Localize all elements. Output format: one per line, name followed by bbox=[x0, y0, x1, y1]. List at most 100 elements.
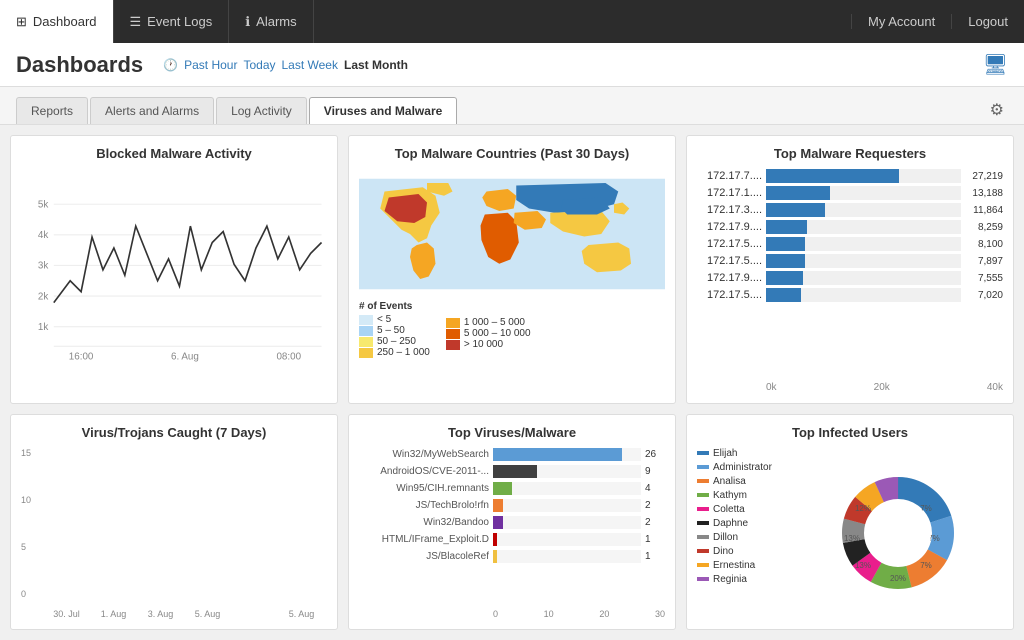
legend-ernestina: Ernestina bbox=[697, 560, 787, 571]
virus-row: Win32/MyWebSearch 26 bbox=[359, 448, 665, 461]
svg-text:4k: 4k bbox=[38, 230, 48, 241]
legend-item-6: 5 000 – 10 000 bbox=[446, 328, 531, 339]
svg-text:2k: 2k bbox=[38, 291, 48, 302]
svg-text:08:00: 08:00 bbox=[276, 351, 301, 362]
event-logs-icon: ☰ bbox=[130, 14, 142, 30]
bar-chart-inner: 30. Jul 1. Aug 3. Aug 5. Aug 5. Aug bbox=[41, 448, 327, 620]
tab-log-activity[interactable]: Log Activity bbox=[216, 97, 307, 124]
donut-chart: 7% 7% 7% 20% 13% 13% 12% bbox=[793, 448, 1003, 620]
legend-kathym: Kathym bbox=[697, 490, 787, 501]
nav-event-logs-label: Event Logs bbox=[147, 14, 212, 29]
top-navigation: ⊞ Dashboard ☰ Event Logs ℹ Alarms My Acc… bbox=[0, 0, 1024, 43]
virus-x-labels: 0102030 bbox=[493, 609, 665, 619]
world-map-container: # of Events < 5 5 – 50 50 – 250 250 – 1 … bbox=[359, 169, 665, 393]
alarms-icon: ℹ bbox=[245, 14, 250, 30]
svg-text:3k: 3k bbox=[38, 261, 48, 272]
panel-blocked-malware: Blocked Malware Activity 5k 4k 3k 2k 1k … bbox=[10, 135, 338, 404]
requester-row: 172.17.5....7,897 bbox=[697, 254, 1003, 268]
svg-text:13%: 13% bbox=[844, 534, 860, 543]
svg-text:5k: 5k bbox=[38, 200, 48, 211]
svg-text:6. Aug: 6. Aug bbox=[171, 351, 199, 362]
nav-dashboard-label: Dashboard bbox=[33, 14, 97, 29]
nav-my-account-label: My Account bbox=[868, 14, 935, 29]
nav-event-logs[interactable]: ☰ Event Logs bbox=[114, 0, 230, 43]
line-chart-area: 5k 4k 3k 2k 1k 16:00 6. Aug 08:00 bbox=[21, 169, 327, 393]
panel-virus-trojans: Virus/Trojans Caught (7 Days) 15 10 5 0 bbox=[10, 414, 338, 631]
requester-row: 172.17.1....13,188 bbox=[697, 186, 1003, 200]
legend-dillon: Dillon bbox=[697, 532, 787, 543]
time-navigation: 🕐 Past Hour Today Last Week Last Month bbox=[163, 58, 408, 72]
legend-reginia: Reginia bbox=[697, 574, 787, 585]
requester-row: 172.17.9....8,259 bbox=[697, 220, 1003, 234]
nav-logout-label: Logout bbox=[968, 14, 1008, 29]
settings-icon[interactable]: ⚙ bbox=[986, 96, 1008, 124]
svg-text:13%: 13% bbox=[855, 561, 871, 570]
legend-item-2: 5 – 50 bbox=[359, 325, 430, 336]
virus-row: JS/TechBrolo!rfn 2 bbox=[359, 499, 665, 512]
dashboard-icon: ⊞ bbox=[16, 14, 27, 30]
panel-top-infected-title: Top Infected Users bbox=[697, 425, 1003, 440]
infected-legend: Elijah Administrator Analisa Kathym Cole… bbox=[697, 448, 787, 620]
panel-top-viruses-title: Top Viruses/Malware bbox=[359, 425, 665, 440]
requester-row: 172.17.7....27,219 bbox=[697, 169, 1003, 183]
nav-right: My Account Logout bbox=[851, 0, 1024, 43]
nav-alarms[interactable]: ℹ Alarms bbox=[229, 0, 313, 43]
virus-list: Win32/MyWebSearch 26 AndroidOS/CVE-2011-… bbox=[359, 448, 665, 608]
tab-viruses-malware[interactable]: Viruses and Malware bbox=[309, 97, 458, 124]
requester-row: 172.17.9....7,555 bbox=[697, 271, 1003, 285]
legend-administrator: Administrator bbox=[697, 462, 787, 473]
virus-row: AndroidOS/CVE-2011-... 9 bbox=[359, 465, 665, 478]
page-title: Dashboards bbox=[16, 52, 143, 78]
bar-chart-outer: 15 10 5 0 30. Jul 1. Aug 3. Aug bbox=[21, 448, 327, 620]
panel-top-viruses: Top Viruses/Malware Win32/MyWebSearch 26… bbox=[348, 414, 676, 631]
requester-row: 172.17.5....7,020 bbox=[697, 288, 1003, 302]
panel-top-requesters: Top Malware Requesters 172.17.7....27,21… bbox=[686, 135, 1014, 404]
legend-dino: Dino bbox=[697, 546, 787, 557]
virus-row: Win32/Bandoo 2 bbox=[359, 516, 665, 529]
monitor-icon: 🖥 bbox=[983, 52, 1008, 77]
nav-spacer bbox=[314, 0, 851, 43]
requesters-x-labels: 0k20k40k bbox=[766, 380, 1003, 393]
svg-text:16:00: 16:00 bbox=[69, 351, 94, 362]
legend-daphne: Daphne bbox=[697, 518, 787, 529]
legend-item-1: < 5 bbox=[359, 314, 430, 325]
map-legend: # of Events < 5 5 – 50 50 – 250 250 – 1 … bbox=[359, 301, 665, 358]
legend-title: # of Events bbox=[359, 301, 430, 312]
requester-row: 172.17.5....8,100 bbox=[697, 237, 1003, 251]
donut-svg: 7% 7% 7% 20% 13% 13% 12% bbox=[838, 473, 958, 593]
nav-dashboard[interactable]: ⊞ Dashboard bbox=[0, 0, 114, 43]
panel-virus-trojans-title: Virus/Trojans Caught (7 Days) bbox=[21, 425, 327, 440]
virus-row: Win95/CIH.remnants 4 bbox=[359, 482, 665, 495]
svg-text:12%: 12% bbox=[855, 504, 871, 513]
world-map-svg bbox=[359, 169, 665, 299]
virus-row: HTML/IFrame_Exploit.D 1 bbox=[359, 533, 665, 546]
panel-top-infected: Top Infected Users Elijah Administrator … bbox=[686, 414, 1014, 631]
tab-alerts-alarms[interactable]: Alerts and Alarms bbox=[90, 97, 214, 124]
page-header: Dashboards 🕐 Past Hour Today Last Week L… bbox=[0, 43, 1024, 87]
legend-item-7: > 10 000 bbox=[446, 339, 531, 350]
svg-text:1k: 1k bbox=[38, 322, 48, 333]
tab-reports[interactable]: Reports bbox=[16, 97, 88, 124]
legend-elijah: Elijah bbox=[697, 448, 787, 459]
bar-chart-y-labels: 15 10 5 0 bbox=[21, 448, 41, 620]
line-chart-svg: 5k 4k 3k 2k 1k 16:00 6. Aug 08:00 bbox=[21, 169, 327, 393]
nav-alarms-label: Alarms bbox=[256, 14, 296, 29]
svg-text:20%: 20% bbox=[890, 574, 906, 583]
time-past-hour[interactable]: Past Hour bbox=[184, 58, 237, 72]
requesters-list: 172.17.7....27,219 172.17.1....13,188 17… bbox=[697, 169, 1003, 380]
dashboard-grid: Blocked Malware Activity 5k 4k 3k 2k 1k … bbox=[0, 125, 1024, 640]
time-last-month[interactable]: Last Month bbox=[344, 58, 408, 72]
time-last-week[interactable]: Last Week bbox=[282, 58, 338, 72]
legend-item-3: 50 – 250 bbox=[359, 336, 430, 347]
nav-my-account[interactable]: My Account bbox=[851, 14, 951, 29]
legend-item-5: 1 000 – 5 000 bbox=[446, 317, 531, 328]
bar-chart-x-labels: 30. Jul 1. Aug 3. Aug 5. Aug 5. Aug bbox=[41, 607, 327, 619]
time-today[interactable]: Today bbox=[243, 58, 275, 72]
requester-row: 172.17.3....11,864 bbox=[697, 203, 1003, 217]
clock-icon: 🕐 bbox=[163, 58, 178, 72]
panel-top-countries-title: Top Malware Countries (Past 30 Days) bbox=[359, 146, 665, 161]
nav-logout[interactable]: Logout bbox=[951, 14, 1024, 29]
svg-text:7%: 7% bbox=[920, 561, 932, 570]
virus-row: JS/BlacoleRef 1 bbox=[359, 550, 665, 563]
panel-top-requesters-title: Top Malware Requesters bbox=[697, 146, 1003, 161]
